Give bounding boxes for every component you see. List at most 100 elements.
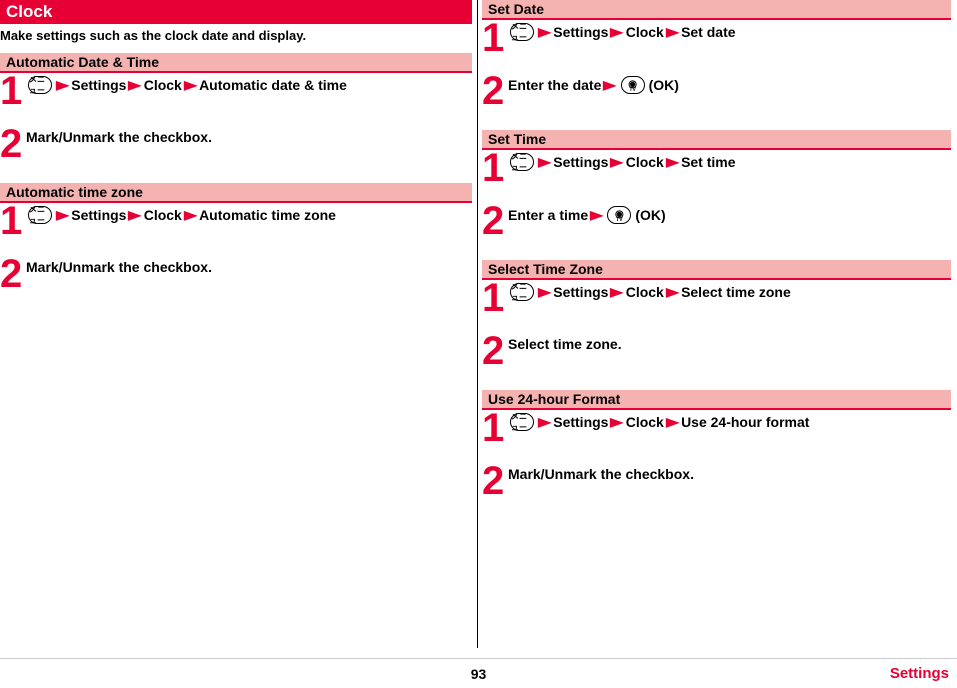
step-body: メニュー ▶ Settings ▶ Clock ▶ Select time zo… <box>508 281 791 301</box>
nav-segment: Automatic time zone <box>199 207 336 223</box>
arrow-icon: ▶ <box>129 78 142 92</box>
nav-segment: Clock <box>626 154 664 170</box>
step-number: 1 <box>482 281 508 315</box>
step: 1 メニュー ▶ Settings ▶ Clock ▶ Set time <box>482 150 956 203</box>
nav-segment: Clock <box>626 284 664 300</box>
arrow-icon: ▶ <box>538 155 551 169</box>
step-body: メニュー ▶ Settings ▶ Clock ▶ Use 24-hour fo… <box>508 411 809 431</box>
nav-segment: Settings <box>553 414 608 430</box>
menu-icon: メニュー <box>28 76 52 94</box>
step: 2 Enter a time ▶ ◉TV (OK) <box>482 203 956 256</box>
menu-icon: メニュー <box>28 206 52 224</box>
arrow-icon: ▶ <box>538 285 551 299</box>
step-body: メニュー ▶ Settings ▶ Clock ▶ Set date <box>508 21 736 41</box>
nav-segment: Settings <box>71 207 126 223</box>
nav-segment: Clock <box>626 24 664 40</box>
step-number: 1 <box>0 204 26 238</box>
footer-section: Settings <box>890 665 949 682</box>
menu-icon: メニュー <box>510 413 534 431</box>
arrow-icon: ▶ <box>666 155 679 169</box>
page-number: 93 <box>471 666 487 682</box>
arrow-icon: ▶ <box>604 78 617 92</box>
step-number: 2 <box>482 334 508 368</box>
step-body: Mark/Unmark the checkbox. <box>508 464 694 482</box>
nav-segment: Set time <box>681 154 735 170</box>
nav-segment: Select time zone <box>681 284 791 300</box>
step: 1 メニュー ▶ Settings ▶ Clock ▶ Automatic da… <box>0 73 477 126</box>
section-heading: Automatic time zone <box>0 183 472 203</box>
step: 1 メニュー ▶ Settings ▶ Clock ▶ Automatic ti… <box>0 203 477 256</box>
step-body: Mark/Unmark the checkbox. <box>26 257 212 275</box>
section-heading: Automatic Date & Time <box>0 53 472 73</box>
step-number: 2 <box>482 74 508 108</box>
nav-segment: Settings <box>71 77 126 93</box>
arrow-icon: ▶ <box>611 25 624 39</box>
step-text: Enter the date <box>508 77 601 93</box>
step-body: Mark/Unmark the checkbox. <box>26 127 212 145</box>
step-number: 2 <box>0 127 26 161</box>
step-text: Mark/Unmark the checkbox. <box>508 466 694 482</box>
step: 2 Select time zone. <box>482 333 956 386</box>
step-text: Select time zone. <box>508 336 622 352</box>
arrow-icon: ▶ <box>666 25 679 39</box>
step-number: 1 <box>482 21 508 55</box>
nav-segment: Clock <box>626 414 664 430</box>
step-body: Select time zone. <box>508 334 622 352</box>
step-text: Enter a time <box>508 207 588 223</box>
section-heading: Select Time Zone <box>482 260 951 280</box>
step: 2 Mark/Unmark the checkbox. <box>0 126 477 179</box>
tv-ok-icon: ◉TV <box>607 206 631 224</box>
section-heading: Use 24-hour Format <box>482 390 951 410</box>
arrow-icon: ▶ <box>590 208 603 222</box>
step-text: Mark/Unmark the checkbox. <box>26 259 212 275</box>
arrow-icon: ▶ <box>611 415 624 429</box>
nav-segment: Settings <box>553 284 608 300</box>
right-column: Set Date 1 メニュー ▶ Settings ▶ Clock ▶ Set… <box>478 0 956 648</box>
menu-icon: メニュー <box>510 153 534 171</box>
arrow-icon: ▶ <box>184 78 197 92</box>
left-column: Clock Make settings such as the clock da… <box>0 0 478 648</box>
step-body: メニュー ▶ Settings ▶ Clock ▶ Automatic time… <box>26 204 336 224</box>
step-number: 2 <box>0 257 26 291</box>
step-suffix: (OK) <box>635 207 665 223</box>
step: 2 Enter the date ▶ ◉TV (OK) <box>482 73 956 126</box>
arrow-icon: ▶ <box>184 208 197 222</box>
nav-segment: Clock <box>144 207 182 223</box>
arrow-icon: ▶ <box>56 208 69 222</box>
menu-icon: メニュー <box>510 23 534 41</box>
step: 2 Mark/Unmark the checkbox. <box>482 463 956 516</box>
step-body: メニュー ▶ Settings ▶ Clock ▶ Automatic date… <box>26 74 347 94</box>
step-number: 1 <box>482 411 508 445</box>
arrow-icon: ▶ <box>666 415 679 429</box>
page-title: Clock <box>0 0 472 24</box>
tv-ok-icon: ◉TV <box>621 76 645 94</box>
step-body: Enter the date ▶ ◉TV (OK) <box>508 74 679 94</box>
footer: 93 Settings <box>0 658 957 688</box>
arrow-icon: ▶ <box>129 208 142 222</box>
step-number: 1 <box>0 74 26 108</box>
nav-segment: Use 24-hour format <box>681 414 809 430</box>
arrow-icon: ▶ <box>538 415 551 429</box>
step: 2 Mark/Unmark the checkbox. <box>0 256 477 309</box>
step-text: Mark/Unmark the checkbox. <box>26 129 212 145</box>
step: 1 メニュー ▶ Settings ▶ Clock ▶ Set date <box>482 20 956 73</box>
menu-icon: メニュー <box>510 283 534 301</box>
arrow-icon: ▶ <box>56 78 69 92</box>
step-suffix: (OK) <box>649 77 679 93</box>
step-body: メニュー ▶ Settings ▶ Clock ▶ Set time <box>508 151 736 171</box>
step: 1 メニュー ▶ Settings ▶ Clock ▶ Use 24-hour … <box>482 410 956 463</box>
section-heading: Set Date <box>482 0 951 20</box>
nav-segment: Settings <box>553 154 608 170</box>
nav-segment: Automatic date & time <box>199 77 347 93</box>
step-number: 2 <box>482 204 508 238</box>
arrow-icon: ▶ <box>666 285 679 299</box>
step-body: Enter a time ▶ ◉TV (OK) <box>508 204 666 224</box>
arrow-icon: ▶ <box>611 285 624 299</box>
nav-segment: Set date <box>681 24 735 40</box>
nav-segment: Clock <box>144 77 182 93</box>
nav-segment: Settings <box>553 24 608 40</box>
arrow-icon: ▶ <box>538 25 551 39</box>
step-number: 1 <box>482 151 508 185</box>
intro-text: Make settings such as the clock date and… <box>0 24 477 49</box>
step-number: 2 <box>482 464 508 498</box>
